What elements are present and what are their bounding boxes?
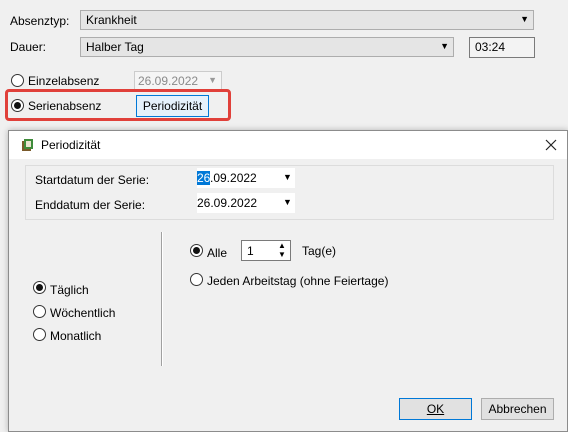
start-date-label: Startdatum der Serie: [35,173,150,187]
monatlich-label[interactable]: Monatlich [50,329,101,343]
chevron-down-icon[interactable]: ▼ [278,250,286,259]
dauer-select[interactable]: Halber Tag ▼ [80,37,454,57]
time-value: 03:24 [475,40,506,54]
alle-radio[interactable] [190,244,203,257]
woechentlich-label[interactable]: Wöchentlich [50,306,115,320]
absenztyp-select[interactable]: Krankheit ▼ [80,10,534,30]
alle-value: 1 [247,244,254,258]
dauer-value: Halber Tag [86,40,144,54]
dauer-label: Dauer: [10,40,47,54]
periodizitaet-button[interactable]: Periodizität [136,95,209,117]
ok-label: OK [426,402,445,416]
taeglich-radio[interactable] [33,281,46,294]
ok-button[interactable]: OK [399,398,472,420]
chevron-down-icon: ▼ [283,197,292,207]
alle-stepper[interactable]: 1 ▲ ▼ [241,240,291,261]
einzelabsenz-radio[interactable] [11,74,24,87]
start-date-picker[interactable]: 26 .09.2022 ▼ [197,168,295,188]
tage-label: Tag(e) [302,244,337,258]
absenztyp-value: Krankheit [86,13,137,27]
close-icon[interactable] [545,139,557,151]
einzelabsenz-date: 26.09.2022 [138,74,199,88]
arbeitstag-label[interactable]: Jeden Arbeitstag (ohne Feiertage) [207,274,388,288]
dialog-titlebar: Periodizität [9,131,567,159]
serienabsenz-radio[interactable] [11,99,24,112]
background-form: Absenztyp: Krankheit ▼ Dauer: Halber Tag… [0,0,568,130]
chevron-down-icon: ▼ [440,41,449,51]
group-divider [161,232,163,366]
woechentlich-radio[interactable] [33,305,46,318]
abbrechen-label: Abbrechen [488,402,547,416]
serienabsenz-label[interactable]: Serienabsenz [28,99,101,113]
time-field[interactable]: 03:24 [469,37,535,58]
chevron-down-icon: ▼ [283,172,292,182]
periodizitaet-dialog: Periodizität Startdatum der Serie: 26 .0… [8,130,568,432]
end-date-picker[interactable]: 26.09.2022 ▼ [197,193,295,213]
dialog-title: Periodizität [41,138,101,152]
end-date-label: Enddatum der Serie: [35,198,146,212]
taeglich-label[interactable]: Täglich [50,283,89,297]
chevron-down-icon: ▼ [520,14,529,24]
einzelabsenz-label[interactable]: Einzelabsenz [28,74,99,88]
end-date-value: 26.09.2022 [197,196,258,210]
monatlich-radio[interactable] [33,328,46,341]
chevron-up-icon[interactable]: ▲ [278,241,286,250]
start-date-rest: .09.2022 [210,171,257,185]
arbeitstag-radio[interactable] [190,273,203,286]
einzelabsenz-date-picker[interactable]: 26.09.2022 ▼ [134,71,222,91]
abbrechen-button[interactable]: Abbrechen [481,398,554,420]
calendar-book-icon [22,139,33,151]
alle-label[interactable]: Alle [207,246,227,260]
absenztyp-label: Absenztyp: [10,14,70,28]
chevron-down-icon: ▼ [208,75,217,85]
start-date-day-selected: 26 [197,171,211,185]
